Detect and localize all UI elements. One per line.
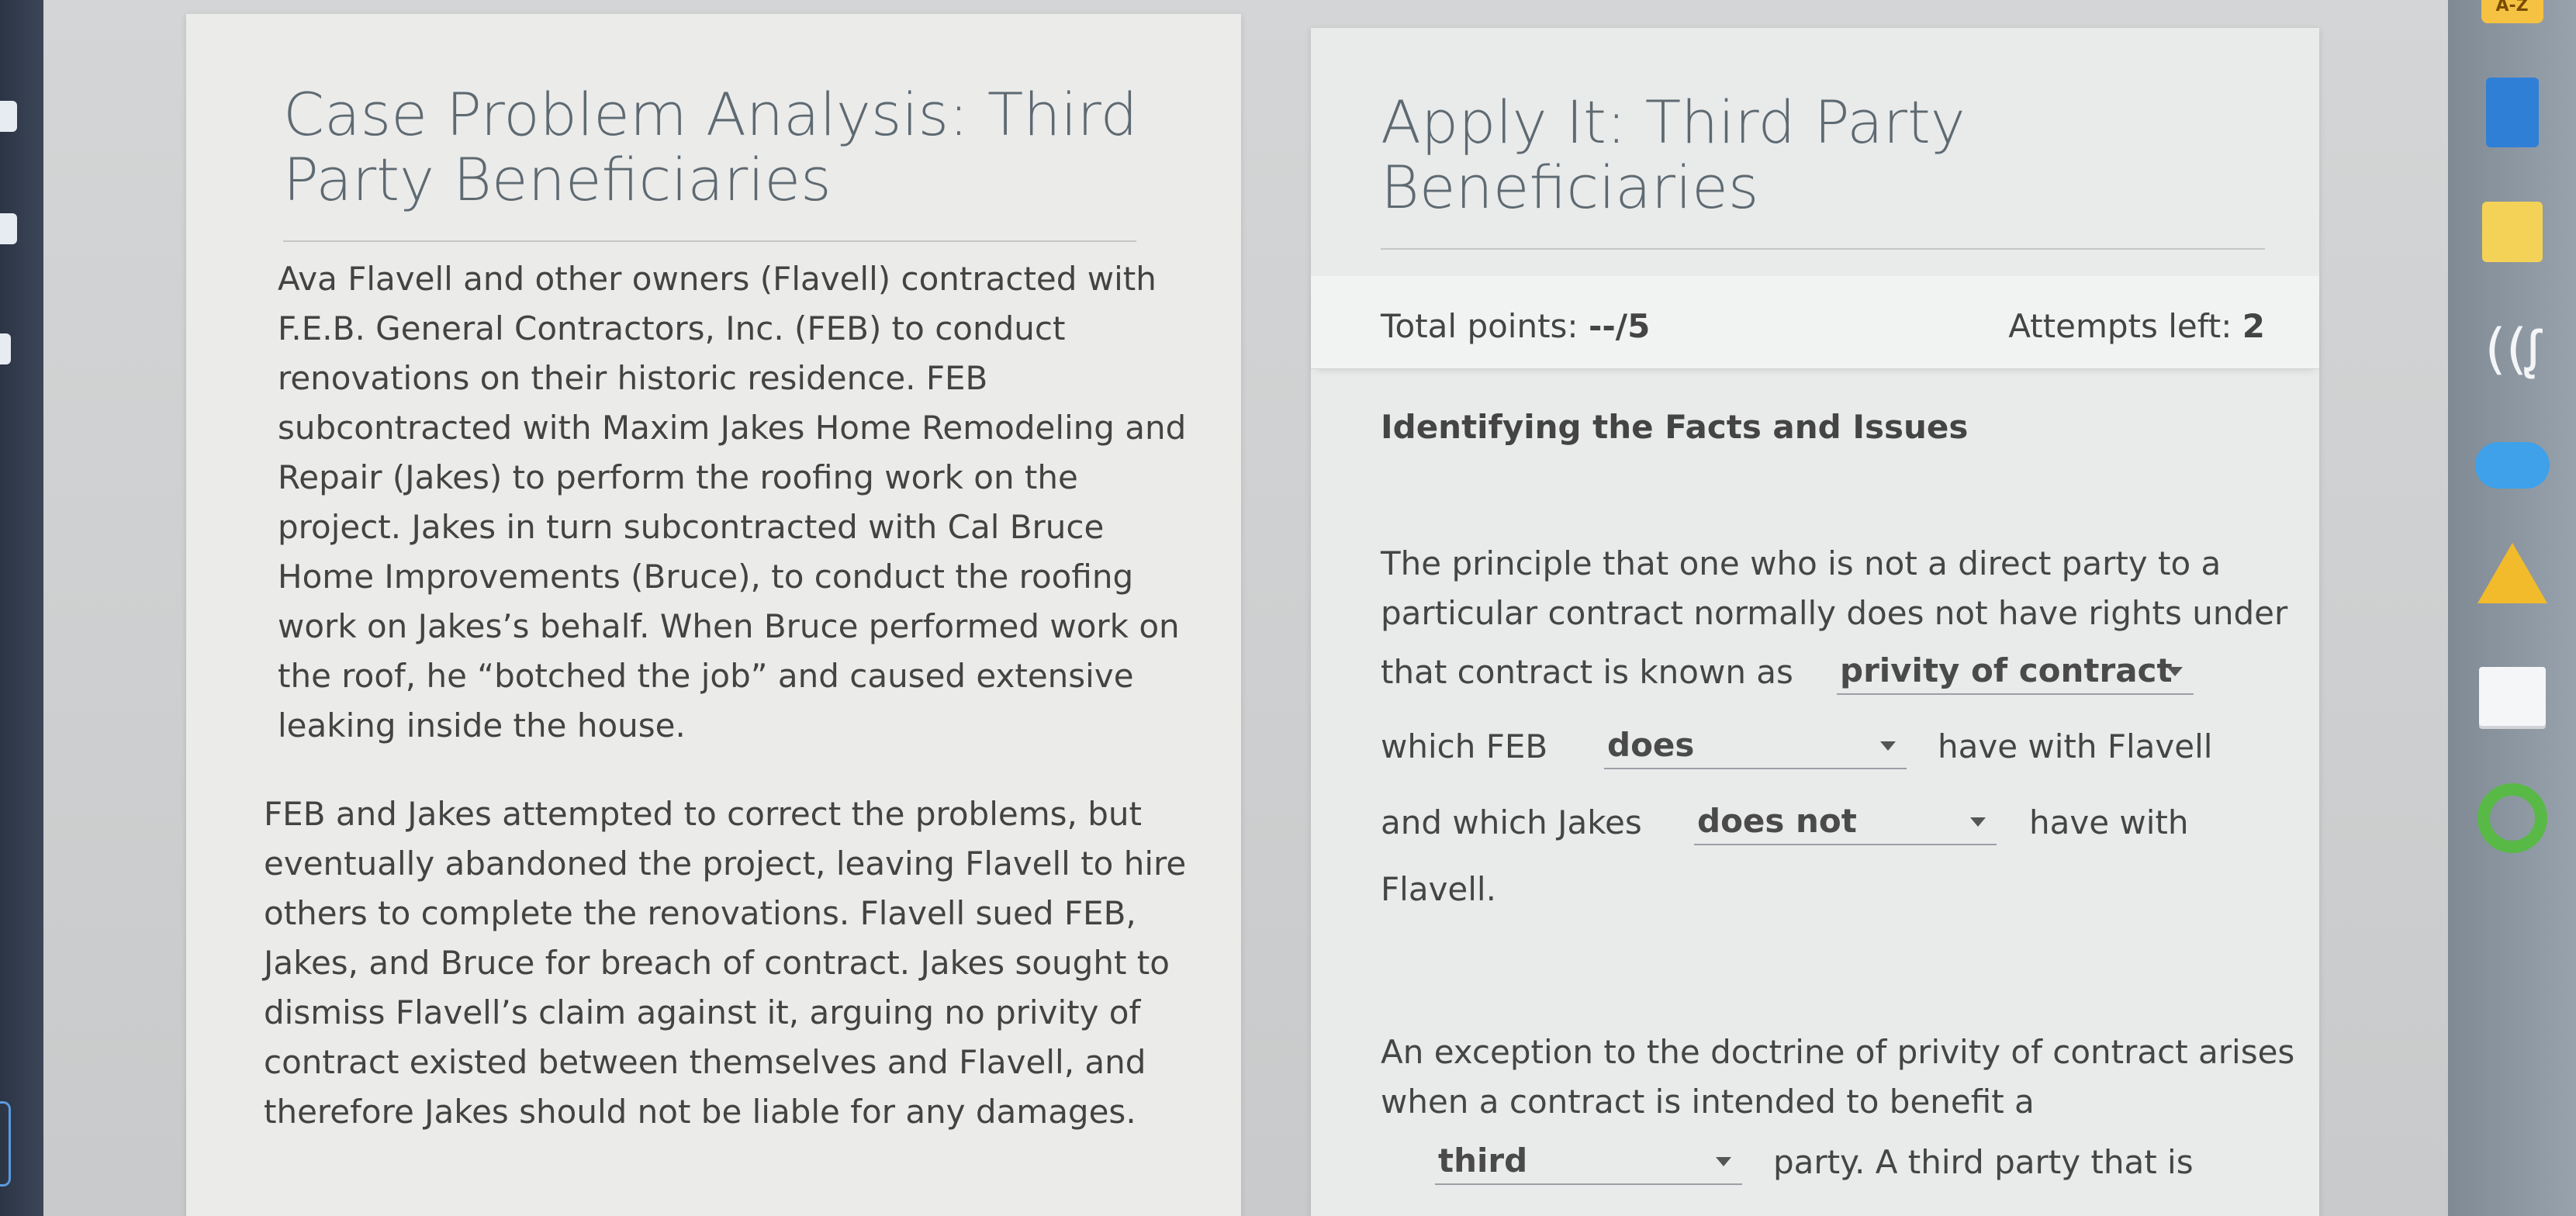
menu-icon[interactable] [0, 101, 17, 132]
attempts-label: Attempts left: [2008, 307, 2242, 345]
text-line: dismiss Flavell’s claim against it, argu… [264, 993, 1141, 1031]
beneficiary-dropdown[interactable]: third [1435, 1142, 1742, 1185]
question-text: The principle that one who is not a dire… [1381, 544, 2222, 582]
question-text: An exception to the doctrine of privity … [1381, 1033, 2295, 1071]
flashcards-icon[interactable] [2478, 667, 2546, 726]
question-text: that contract is known as [1381, 653, 1793, 691]
score-strip: Total points: --/5 Attempts left: 2 [1311, 276, 2319, 369]
question-text: and which Jakes [1381, 803, 1642, 841]
case-problem-title-line2: Party Beneficiaries [283, 145, 832, 214]
google-drive-icon[interactable] [2477, 543, 2547, 603]
question-text: have with [2029, 803, 2189, 841]
question-text: party. A third party that is [1773, 1143, 2194, 1181]
text-line: subcontracted with Maxim Jakes Home Remo… [278, 409, 1187, 447]
text-line: work on Jakes’s behalf. When Bruce perfo… [278, 607, 1180, 645]
attempts-left: Attempts left: 2 [2008, 307, 2265, 345]
chevron-down-icon [1970, 817, 1986, 827]
text-line: FEB and Jakes attempted to correct the p… [264, 795, 1142, 833]
chevron-down-icon [1716, 1157, 1731, 1166]
notes-icon[interactable] [2481, 202, 2543, 262]
question-text: when a contract is intended to benefit a [1381, 1083, 2035, 1121]
privity-dropdown[interactable]: privity of contract [1837, 651, 2194, 695]
title-divider [1381, 248, 2265, 250]
dropdown-value: privity of contract [1840, 651, 2173, 689]
rail-indicator[interactable] [0, 1101, 11, 1187]
apply-it-panel: Apply It: Third Party Beneficiaries Tota… [1311, 28, 2319, 1216]
text-line: the roof, he “botched the job” and cause… [278, 657, 1134, 695]
case-problem-title: Case Problem Analysis: Third Party Benef… [283, 82, 1138, 212]
apply-it-title-line1: Apply It: Third Party [1381, 88, 1966, 157]
text-line: Repair (Jakes) to perform the roofing wo… [278, 458, 1078, 496]
title-divider [283, 240, 1136, 242]
jakes-privity-dropdown[interactable]: does not [1694, 802, 1997, 845]
dropdown-value: does [1607, 726, 1695, 764]
text-line: F.E.B. General Contractors, Inc. (FEB) t… [278, 309, 1066, 347]
case-paragraph-1: Ava Flavell and other owners (Flavell) c… [278, 254, 1186, 751]
bookmark-icon[interactable] [0, 333, 11, 364]
question-text: particular contract normally does not ha… [1381, 594, 2288, 632]
question-text: which FEB [1381, 727, 1548, 765]
text-line: contract existed between themselves and … [264, 1043, 1146, 1081]
text-line: Home Improvements (Bruce), to conduct th… [278, 558, 1134, 596]
glossary-icon[interactable]: A-Z [2481, 0, 2543, 23]
apply-it-title: Apply It: Third Party Beneficiaries [1381, 90, 1966, 220]
text-line: project. Jakes in turn subcontracted wit… [278, 508, 1105, 546]
case-paragraph-2: FEB and Jakes attempted to correct the p… [264, 789, 1186, 1137]
text-line: therefore Jakes should not be liable for… [264, 1093, 1136, 1131]
cloud-icon[interactable] [2474, 442, 2550, 489]
progress-app-icon[interactable] [2477, 783, 2547, 853]
total-points-label: Total points: [1381, 307, 1589, 345]
case-problem-panel: Case Problem Analysis: Third Party Benef… [186, 14, 1241, 1216]
apply-it-title-line2: Beneficiaries [1381, 153, 1759, 222]
chevron-down-icon [1880, 741, 1896, 751]
total-points-value: --/5 [1588, 307, 1651, 345]
text-line: eventually abandoned the project, leavin… [264, 845, 1187, 883]
text-line: Ava Flavell and other owners (Flavell) c… [278, 260, 1157, 298]
ebook-icon[interactable] [2485, 78, 2539, 147]
total-points: Total points: --/5 [1381, 307, 1650, 345]
chat-icon[interactable] [0, 213, 17, 244]
text-line: others to complete the renovations. Flav… [264, 894, 1136, 932]
chevron-down-icon [2167, 667, 2183, 676]
text-line: Jakes, and Bruce for breach of contract.… [264, 944, 1170, 982]
section-heading: Identifying the Facts and Issues [1381, 408, 1969, 446]
case-problem-title-line1: Case Problem Analysis: Third [283, 80, 1138, 149]
question-text: Flavell. [1381, 870, 1496, 908]
question-text: have with Flavell [1938, 727, 2213, 765]
tool-sidebar: A-Z ((ᶘ [2448, 0, 2576, 1216]
dropdown-value: does not [1697, 802, 1857, 840]
dropdown-value: third [1438, 1142, 1528, 1180]
left-rail [0, 0, 43, 1216]
text-line: renovations on their historic residence.… [278, 359, 988, 397]
attempts-value: 2 [2242, 307, 2265, 345]
read-speaker-icon[interactable]: ((ᶘ [2481, 318, 2543, 380]
text-line: leaking inside the house. [278, 706, 686, 744]
feb-privity-dropdown[interactable]: does [1604, 726, 1907, 769]
